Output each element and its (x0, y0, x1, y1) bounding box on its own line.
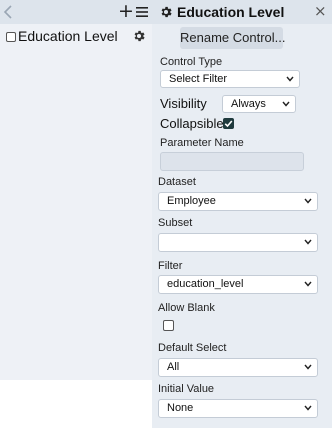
control-type-select[interactable]: Select Filter (160, 70, 300, 88)
gear-icon (161, 6, 172, 18)
dataset-label: Dataset (158, 176, 196, 188)
initial-value-label: Initial Value (158, 383, 215, 395)
parameter-name-input[interactable] (160, 152, 304, 171)
filter-select[interactable]: education_level (158, 275, 318, 294)
allow-blank-label: Allow Blank (158, 302, 215, 314)
control-settings-panel: Education Level × Rename Control... Cont… (152, 0, 332, 428)
filter-label: Filter (158, 260, 183, 272)
subset-select[interactable] (158, 233, 318, 252)
visibility-value: Always (231, 98, 266, 110)
default-select-select[interactable]: All (158, 358, 318, 377)
dataset-value: Employee (167, 195, 216, 207)
left-toolbar: + (0, 0, 152, 24)
visibility-select[interactable]: Always (222, 95, 296, 113)
panel-header: Education Level × (152, 0, 332, 24)
plus-icon[interactable]: + (118, 2, 134, 21)
filter-value: education_level (167, 278, 244, 290)
control-type-label: Control Type (160, 56, 223, 68)
parameter-name-label: Parameter Name (160, 137, 244, 149)
chevron-down-icon (282, 101, 290, 107)
subset-label: Subset (158, 217, 193, 229)
chevron-down-icon (286, 76, 294, 82)
list-item[interactable]: Education Level (0, 27, 152, 47)
check-icon (224, 120, 233, 128)
default-select-value: All (167, 361, 180, 373)
dataset-select[interactable]: Employee (158, 192, 318, 211)
visibility-label: Visibility (160, 96, 207, 111)
left-blank-area (0, 380, 152, 428)
hamburger-menu-icon[interactable] (135, 5, 149, 19)
default-select-label: Default Select (158, 342, 227, 354)
chevron-down-icon (304, 198, 312, 204)
chevron-down-icon (304, 364, 312, 370)
close-icon[interactable]: × (314, 3, 328, 19)
allow-blank-checkbox[interactable] (163, 320, 174, 331)
control-type-value: Select Filter (169, 73, 228, 85)
list-item-label: Education Level (18, 28, 118, 44)
control-list: Education Level (0, 24, 152, 380)
control-list-pane: + Education Level (0, 0, 152, 428)
rename-control-button[interactable]: Rename Control... (180, 27, 286, 49)
collapsible-label: Collapsible (160, 116, 224, 131)
collapsible-checkbox[interactable] (223, 118, 234, 129)
chevron-down-icon (304, 405, 312, 411)
initial-value-select[interactable]: None (158, 399, 318, 418)
panel-title: Education Level (177, 4, 285, 20)
initial-value-value: None (167, 402, 194, 414)
chevron-down-icon (304, 239, 312, 245)
gear-icon[interactable] (132, 29, 146, 43)
chevron-down-icon (304, 281, 312, 287)
item-checkbox[interactable] (6, 32, 16, 42)
chevron-left-icon[interactable] (3, 4, 13, 20)
